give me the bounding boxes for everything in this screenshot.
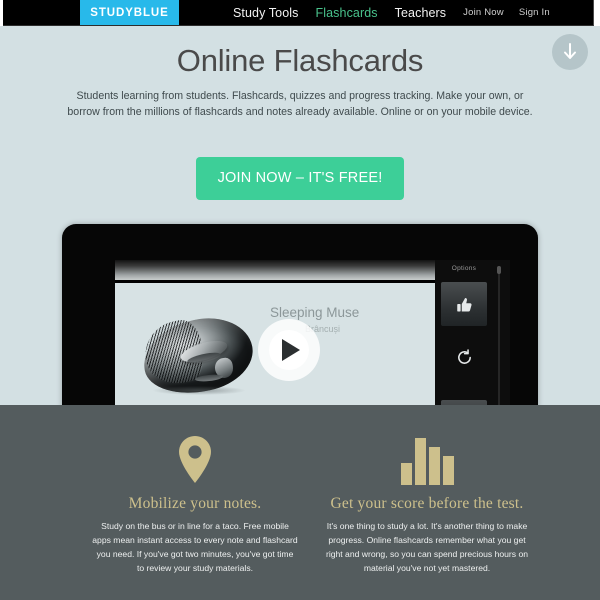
- sculpture-image: [136, 309, 260, 403]
- flashcard-viewer: Sleeping Muse Brâncuși: [115, 260, 435, 405]
- nav-item-flashcards[interactable]: Flashcards: [316, 6, 378, 20]
- refresh-icon: [457, 348, 471, 364]
- map-pin-icon: [179, 436, 211, 483]
- play-video-button[interactable]: [258, 319, 320, 381]
- hero-subtitle-line-2: borrow from the millions of flashcards a…: [67, 106, 533, 118]
- feature-icon-wrap: [80, 405, 310, 485]
- thumbs-up-button[interactable]: [441, 282, 487, 326]
- top-navigation-bar: STUDYBLUE Study Tools Flashcards Teacher…: [3, 0, 594, 26]
- feature-body: Study on the bus or in line for a taco. …: [92, 521, 298, 573]
- feature-body: It's one thing to study a lot. It's anot…: [325, 521, 529, 573]
- options-label: Options: [451, 265, 477, 272]
- brand-label: STUDYBLUE: [90, 6, 169, 19]
- hero-section: Online Flashcards Students learning from…: [0, 26, 600, 405]
- tablet-device-mockup: Sleeping Muse Brâncuși Options: [62, 224, 538, 405]
- join-now-button[interactable]: JOIN NOW – IT'S FREE!: [195, 157, 405, 200]
- features-section: Mobilize your notes. Study on the bus or…: [0, 405, 600, 600]
- shuffle-restart-button[interactable]: [441, 335, 487, 379]
- flashcard-title: Sleeping Muse: [270, 305, 360, 320]
- feature-icon-wrap: [312, 405, 542, 485]
- flashcard-app-toolbar: [115, 260, 435, 280]
- tablet-screen: Sleeping Muse Brâncuși Options: [115, 260, 510, 405]
- flashcard[interactable]: Sleeping Muse Brâncuși: [115, 283, 435, 405]
- thumbs-up-icon: [457, 298, 472, 312]
- bar-chart-icon: [400, 437, 454, 485]
- hero-subtitle-line-1: Students learning from students. Flashca…: [76, 90, 524, 102]
- feature-mobilize-your-notes: Mobilize your notes. Study on the bus or…: [80, 405, 310, 575]
- page-root: STUDYBLUE Study Tools Flashcards Teacher…: [0, 0, 600, 600]
- rail-scrollbar-track[interactable]: [498, 266, 500, 405]
- flashcard-subtitle: Brâncuși: [305, 324, 341, 334]
- nav-item-sign-in[interactable]: Sign In: [519, 7, 550, 18]
- feature-title: Mobilize your notes.: [128, 495, 262, 512]
- hero-subtitle: Students learning from students. Flashca…: [60, 88, 540, 120]
- page-title: Online Flashcards: [176, 43, 424, 78]
- feature-title: Get your score before the test.: [330, 495, 524, 512]
- flashcard-options-rail: Options: [435, 260, 510, 405]
- nav-links: Study Tools Flashcards Teachers Join Now…: [233, 0, 565, 25]
- rail-scrollbar-thumb[interactable]: [497, 266, 501, 274]
- nav-item-study-tools[interactable]: Study Tools: [233, 6, 299, 20]
- feature-get-your-score: Get your score before the test. It's one…: [312, 405, 542, 575]
- studyblue-logo[interactable]: STUDYBLUE: [80, 0, 179, 25]
- cta-container: JOIN NOW – IT'S FREE!: [0, 157, 600, 200]
- nav-item-teachers[interactable]: Teachers: [395, 6, 447, 20]
- nav-item-join-now[interactable]: Join Now: [463, 7, 504, 18]
- play-icon: [269, 330, 309, 370]
